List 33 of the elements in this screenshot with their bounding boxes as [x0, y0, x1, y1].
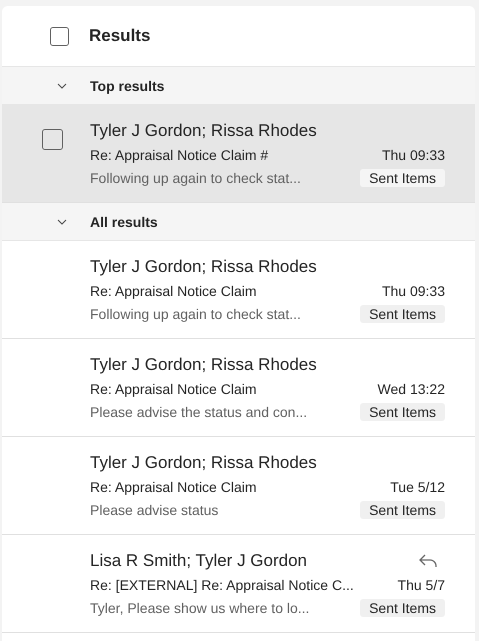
folder-tag: Sent Items	[360, 402, 445, 420]
select-all-checkbox[interactable]	[50, 26, 69, 46]
message-date: Thu 09:33	[382, 146, 445, 162]
message-checkbox[interactable]	[42, 129, 62, 150]
message-date: Tue 5/12	[390, 478, 445, 494]
message-preview: Following up again to check stat...	[90, 170, 301, 186]
folder-tag: Sent Items	[360, 598, 445, 616]
subject-text: Re: Appraisal Notice Claim #	[90, 146, 268, 162]
subject-text: Re: Appraisal Notice Claim	[90, 282, 257, 298]
chevron-icon	[57, 82, 67, 88]
message-preview: Please advise status	[90, 502, 218, 518]
message-item[interactable]: Tyler J Gordon; Rissa Rhodes Re: Appraisal Notice Claim # Thu 09:33 Following up again to check stat... Sent Items	[2, 105, 475, 203]
folder-tag: Sent Items	[360, 304, 445, 322]
folder-tag: Sent Items	[360, 500, 445, 518]
message-date: Wed 13:22	[378, 380, 445, 396]
group-header[interactable]: All results	[2, 203, 475, 241]
message-date: Thu 09:33	[382, 282, 445, 298]
sender-name: Lisa R Smith; Tyler J Gordon	[90, 551, 307, 571]
subject-text: Re: Appraisal Notice Claim	[90, 380, 257, 396]
sender-name: Tyler J Gordon; Rissa Rhodes	[90, 453, 317, 473]
results-title: Results	[89, 26, 150, 46]
sender-name: Tyler J Gordon; Rissa Rhodes	[90, 257, 317, 277]
group-header[interactable]: Top results	[2, 67, 475, 105]
subject-text: Re: Appraisal Notice Claim	[90, 478, 257, 494]
message-preview: Please advise the status and con...	[90, 404, 308, 420]
chevron-icon	[57, 218, 67, 224]
message-preview: Tyler, Please show us where to lo...	[90, 600, 310, 616]
sender-name: Tyler J Gordon; Rissa Rhodes	[90, 121, 317, 141]
message-preview: Following up again to check stat...	[90, 306, 301, 322]
folder-tag: Sent Items	[360, 168, 445, 186]
sender-name: Tyler J Gordon; Rissa Rhodes	[90, 355, 317, 375]
subject-text: Re: [EXTERNAL] Re: Appraisal Notice C...	[90, 576, 354, 592]
message-date: Thu 5/7	[398, 576, 445, 592]
